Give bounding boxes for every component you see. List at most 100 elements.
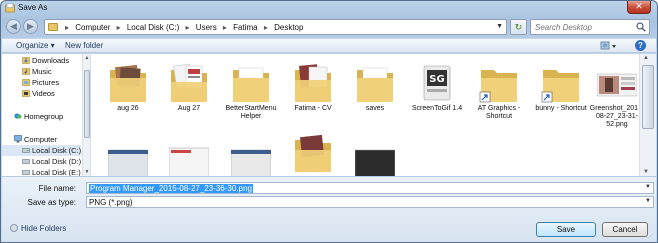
sidebar-item-label: Downloads [32,56,70,65]
breadcrumb-separator-icon[interactable]: ▸ [264,23,268,32]
sidebar-item-local-disk-d[interactable]: Local Disk (D:) [2,156,81,167]
hide-folders-label: Hide Folders [21,224,67,233]
downloads-icon [22,57,30,64]
close-button[interactable]: ✕ [627,1,651,14]
file-item[interactable] [282,128,344,176]
organize-button[interactable]: Organize ▾ [16,41,55,50]
breadcrumb-computer[interactable]: Computer [75,23,110,32]
breadcrumb-separator-icon[interactable]: ▸ [117,23,121,32]
file-item[interactable]: aug 26 [97,58,159,120]
filename-field[interactable]: Program Manager_2015-08-27_23-36-30.png … [86,182,654,194]
resize-grip-icon[interactable]: ⋰ [647,233,655,241]
hide-folders-button[interactable]: Hide Folders [10,224,66,233]
pictures-icon [22,79,30,86]
title-bar: Save As ✕ [1,1,657,15]
file-label: Greenshot_2015-08-27_23-31-52.png [589,105,638,128]
drive-icon [22,170,30,175]
help-button[interactable]: ? [635,40,646,51]
folder-icon [357,67,393,102]
folder-icon [295,134,331,172]
filename-label: File name: [38,184,76,193]
save-button[interactable]: Save [536,222,596,237]
sidebar-item-homegroup[interactable]: Homegroup [2,111,81,122]
sidebar-item-label: Music [32,67,52,76]
folder-icon [295,64,331,102]
breadcrumb-desktop[interactable]: Desktop [274,23,303,32]
filename-value[interactable]: Program Manager_2015-08-27_23-36-30.png [89,184,253,193]
forward-button[interactable]: ▶ [23,19,38,34]
sidebar-item-pictures[interactable]: Pictures [2,77,81,88]
image-thumbnail-icon [108,149,148,176]
save-form-panel: File name: Program Manager_2015-08-27_23… [2,176,656,242]
file-item[interactable] [158,132,220,176]
sidebar-item-videos[interactable]: Videos [2,88,81,99]
image-thumbnail-icon [169,147,209,176]
back-button[interactable]: ◀ [6,19,21,34]
sidebar-item-downloads[interactable]: Downloads [2,55,81,66]
new-folder-button[interactable]: New folder [65,41,103,50]
sidebar-item-computer[interactable]: Computer [2,134,81,145]
file-item[interactable]: Fatima - CV [282,58,344,120]
file-item[interactable]: saves [344,58,406,120]
file-item[interactable] [220,132,282,176]
sidebar-item-music[interactable]: Music [2,66,81,77]
navigation-scrollbar[interactable]: ▲ ▼ [82,54,91,176]
file-label: Aug 27 [177,105,201,112]
command-toolbar: Organize ▾ New folder ? [2,38,656,53]
file-item[interactable]: BetterStartMenu Helper [220,58,282,120]
scrollbar-thumb[interactable] [84,70,90,138]
scrollbar-thumb[interactable] [642,65,654,129]
breadcrumb-local-disk-c[interactable]: Local Disk (C:) [127,23,179,32]
sidebar-item-label: Videos [32,89,55,98]
file-label: BetterStartMenu Helper [225,105,277,120]
cancel-button[interactable]: Cancel [602,222,648,237]
drive-icon [22,148,30,153]
file-item[interactable] [344,132,406,176]
file-item[interactable]: SG ScreenToGif 1.4 [406,58,468,120]
chevron-down-icon[interactable]: ▼ [645,198,651,204]
savetype-select[interactable]: PNG (*.png) ▼ [86,196,654,208]
search-icon[interactable] [636,22,646,32]
videos-icon [22,90,30,97]
sidebar-item-label: Computer [24,135,57,144]
file-item[interactable]: AT Graphics - Shortcut [468,58,530,120]
content-area: Downloads Music Pictures Videos Homegrou… [2,54,656,176]
image-thumbnail-icon [355,149,395,176]
navigation-pane: Downloads Music Pictures Videos Homegrou… [2,54,82,176]
scroll-up-icon[interactable]: ▲ [84,55,90,61]
window-title: Save As [18,3,48,12]
breadcrumb-separator-icon: ▸ [65,23,70,32]
scroll-down-icon[interactable]: ▼ [84,169,90,175]
address-dropdown-icon[interactable]: ▼ [496,23,503,30]
sidebar-item-label: Local Disk (D:) [32,157,82,166]
save-as-icon [5,3,15,13]
folder-shortcut-icon [541,70,579,103]
savetype-label: Save as type: [27,198,76,207]
file-item[interactable] [97,132,159,176]
folder-icon [110,64,146,102]
sidebar-item-local-disk-e[interactable]: Local Disk (E:) [2,167,81,176]
file-label: bunny - Shortcut [535,105,587,112]
chevron-down-icon[interactable]: ▼ [645,184,651,190]
address-bar[interactable]: ▸ Computer ▸ Local Disk (C:) ▸ Users ▸ F… [44,19,507,35]
breadcrumb-fatima[interactable]: Fatima [233,23,257,32]
breadcrumb-separator-icon[interactable]: ▸ [186,23,190,32]
file-list-scrollbar[interactable]: ▲ ▼ [639,54,656,176]
file-item[interactable]: bunny - Shortcut [530,58,592,120]
file-list: aug 26 Aug 27 BetterStartMenu Helper Fat… [92,54,638,176]
image-thumbnail-icon [231,149,271,176]
savetype-row: Save as type: PNG (*.png) ▼ [2,196,656,208]
scroll-up-icon[interactable]: ▲ [643,55,649,61]
refresh-button[interactable]: ↻ [510,19,527,35]
search-input[interactable] [535,20,635,34]
file-item[interactable]: Greenshot_2015-08-27_23-31-52.png [586,58,638,128]
change-view-icon[interactable] [600,41,618,51]
scroll-down-icon[interactable]: ▼ [643,169,649,175]
search-box[interactable] [530,19,650,35]
file-label: Fatima - CV [294,105,332,112]
breadcrumb-separator-icon[interactable]: ▸ [223,23,227,32]
breadcrumb-users[interactable]: Users [196,23,217,32]
file-item[interactable]: Aug 27 [158,58,220,120]
sidebar-item-local-disk-c[interactable]: Local Disk (C:) [2,145,81,156]
file-label: AT Graphics - Shortcut [477,105,521,120]
